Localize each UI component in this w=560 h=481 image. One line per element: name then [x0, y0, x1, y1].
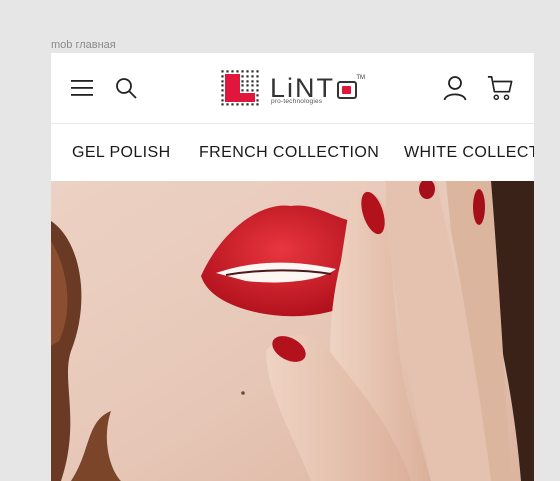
logo-tm: TM [356, 75, 366, 81]
nav-item-french-collection[interactable]: FRENCH COLLECTION [199, 144, 379, 162]
logo-o-mark [337, 81, 358, 99]
cart-button[interactable] [487, 75, 513, 101]
category-nav: GEL POLISH FRENCH COLLECTION WHITE COLLE… [51, 124, 534, 181]
hero-image [51, 181, 534, 481]
user-icon [443, 76, 467, 101]
mobile-screen: LiNT TM pro-technologies GEL POLISH FREN… [51, 53, 534, 481]
logo-subtitle: pro-technologies [271, 98, 323, 105]
logo-mark [220, 69, 260, 107]
menu-button[interactable] [69, 75, 95, 101]
hamburger-icon [71, 80, 93, 96]
frame-label: mob главная [51, 39, 116, 51]
account-button[interactable] [442, 75, 468, 101]
header: LiNT TM pro-technologies [51, 53, 534, 124]
search-button[interactable] [113, 75, 139, 101]
logo[interactable]: LiNT TM pro-technologies [220, 69, 365, 107]
hero-photo [51, 181, 534, 481]
cart-icon [487, 76, 513, 101]
search-icon [116, 78, 137, 99]
logo-wordmark: LiNT TM pro-technologies [270, 69, 365, 107]
nav-item-white-collection[interactable]: WHITE COLLECTION [404, 144, 534, 162]
nav-item-gel-polish[interactable]: GEL POLISH [72, 144, 171, 162]
